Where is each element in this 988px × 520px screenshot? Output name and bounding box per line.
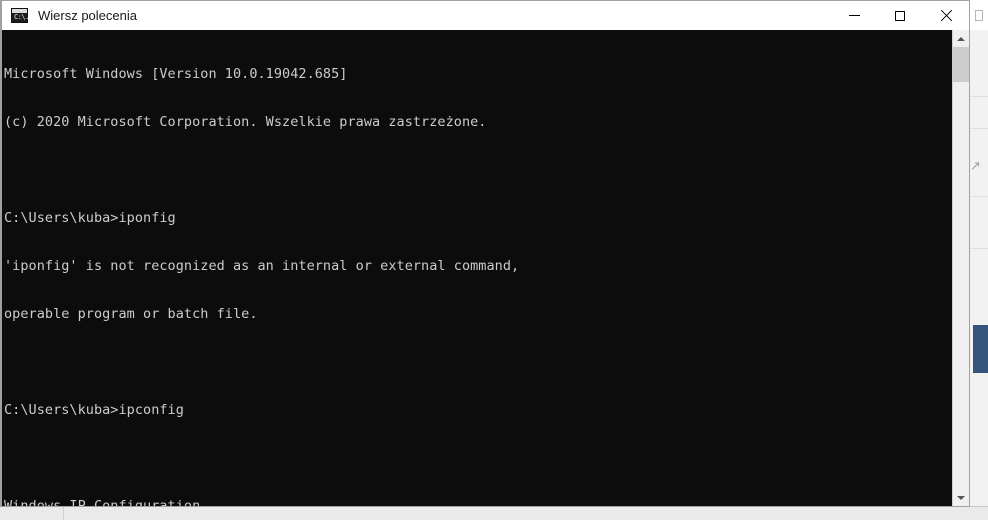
console-line: operable program or batch file.: [4, 306, 258, 322]
scrollbar-track[interactable]: [953, 47, 969, 489]
minimize-icon: [848, 15, 860, 16]
console-line: 'iponfig' is not recognized as an intern…: [4, 258, 520, 274]
taskbar[interactable]: [0, 506, 988, 520]
console-line: (c) 2020 Microsoft Corporation. Wszelkie…: [4, 114, 487, 130]
background-divider: [969, 96, 988, 97]
background-glyph-fragment: ↗: [970, 159, 981, 174]
window-title: Wiersz polecenia: [38, 7, 137, 23]
maximize-button[interactable]: [877, 1, 923, 30]
background-divider: [969, 248, 988, 249]
background-divider: [969, 128, 988, 129]
window-controls[interactable]: [831, 1, 969, 30]
background-icon-fragment: [975, 10, 983, 21]
scroll-down-arrow-icon: [957, 495, 965, 500]
close-icon: [940, 10, 952, 22]
console-line: Windows IP Configuration: [4, 498, 201, 506]
console-body[interactable]: Microsoft Windows [Version 10.0.19042.68…: [2, 30, 969, 506]
console-line: C:\Users\kuba>ipconfig: [4, 402, 184, 418]
background-accent-strip: [973, 325, 988, 373]
maximize-icon: [895, 10, 905, 21]
close-button[interactable]: [923, 1, 969, 30]
taskbar-divider: [63, 507, 64, 520]
console-line: C:\Users\kuba>iponfig: [4, 210, 176, 226]
cmd-icon-label: C:\.: [14, 12, 29, 21]
scroll-up-button[interactable]: [953, 30, 969, 47]
desktop-background: ↗ C:\. Wiersz polecenia Microsoft Window…: [0, 0, 988, 520]
cmd-icon: C:\.: [11, 7, 29, 23]
scrollbar-thumb[interactable]: [953, 47, 969, 82]
command-prompt-window[interactable]: C:\. Wiersz polecenia Microsoft Windows …: [0, 0, 970, 507]
title-bar[interactable]: C:\. Wiersz polecenia: [2, 1, 969, 30]
background-divider: [969, 196, 988, 197]
scroll-up-arrow-icon: [957, 36, 965, 41]
console-line: Microsoft Windows [Version 10.0.19042.68…: [4, 66, 348, 82]
console-scrollbar[interactable]: [952, 30, 969, 506]
minimize-button[interactable]: [831, 1, 877, 30]
console-output[interactable]: Microsoft Windows [Version 10.0.19042.68…: [2, 30, 952, 506]
scroll-down-button[interactable]: [953, 489, 969, 506]
